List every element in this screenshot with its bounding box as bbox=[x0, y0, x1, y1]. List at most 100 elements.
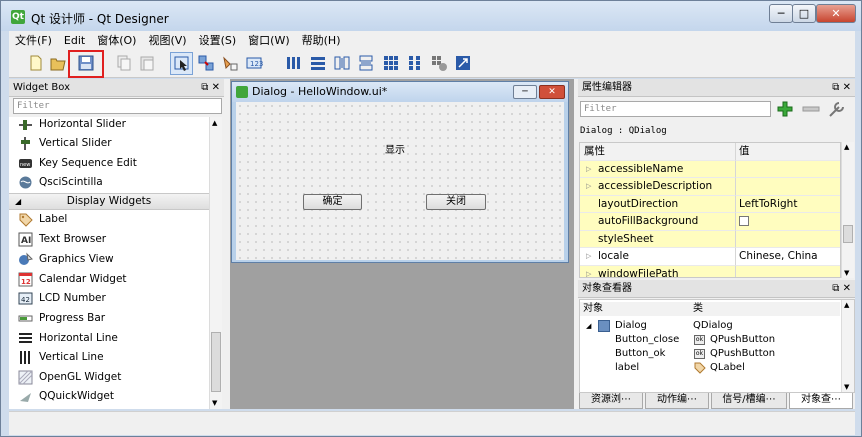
ok-button[interactable]: 确定 bbox=[303, 194, 362, 210]
menu-file[interactable]: 文件(F) bbox=[9, 31, 58, 50]
scroll-thumb[interactable] bbox=[843, 225, 853, 243]
property-header: 属性值 bbox=[580, 143, 840, 161]
widget-box-filter[interactable]: Filter bbox=[13, 98, 222, 114]
layout-form-icon[interactable] bbox=[406, 54, 424, 72]
dock-controls[interactable]: ⧉ ✕ bbox=[832, 79, 851, 97]
tab-action-editor[interactable]: 动作编⋯ bbox=[645, 393, 709, 409]
add-property-icon[interactable] bbox=[776, 100, 794, 118]
widget-item-key-sequence-edit[interactable]: new Key Sequence Edit bbox=[9, 154, 209, 173]
widget-item-vertical-line[interactable]: Vertical Line bbox=[9, 348, 209, 367]
widget-list-scrollbar[interactable]: ▲ ▼ bbox=[209, 117, 222, 409]
widget-item-horizontal-line[interactable]: Horizontal Line bbox=[9, 329, 209, 348]
dialog-minimize-button[interactable]: ─ bbox=[513, 85, 537, 99]
scroll-up-arrow-icon[interactable]: ▲ bbox=[212, 119, 217, 127]
property-row[interactable]: ▷ windowFilePath bbox=[580, 265, 840, 277]
property-filter[interactable]: Filter bbox=[580, 101, 771, 117]
tree-row-dialog[interactable]: ◢ Dialog QDialog bbox=[580, 319, 840, 333]
property-row[interactable]: styleSheet bbox=[580, 230, 840, 248]
property-row[interactable]: autoFillBackground bbox=[580, 213, 840, 231]
tab-object-inspector[interactable]: 对象查⋯ bbox=[789, 393, 853, 409]
text-browser-icon: AI bbox=[18, 232, 33, 247]
scroll-thumb[interactable] bbox=[211, 332, 221, 392]
maximize-button[interactable]: □ bbox=[792, 4, 816, 23]
widget-item-label[interactable]: Label bbox=[9, 210, 209, 229]
edit-signals-icon[interactable] bbox=[197, 54, 215, 72]
widget-item-vertical-slider[interactable]: Vertical Slider bbox=[9, 134, 209, 153]
collapse-triangle-icon[interactable]: ◢ bbox=[586, 319, 591, 333]
menu-help[interactable]: 帮助(H) bbox=[296, 31, 347, 50]
qquickwidget-icon bbox=[20, 393, 31, 402]
pushbutton-icon: ok bbox=[694, 349, 705, 359]
layout-vertical-icon[interactable] bbox=[309, 54, 327, 72]
tab-signal-slot-editor[interactable]: 信号/槽编⋯ bbox=[711, 393, 787, 409]
qsciscintilla-icon bbox=[19, 176, 32, 189]
widget-item-opengl-widget[interactable]: OpenGL Widget bbox=[9, 368, 209, 387]
adjust-size-icon[interactable] bbox=[454, 54, 472, 72]
object-tree-scrollbar[interactable]: ▲ ▼ bbox=[841, 300, 854, 392]
edit-widgets-icon[interactable] bbox=[173, 54, 191, 72]
layout-horizontal-icon[interactable] bbox=[285, 54, 303, 72]
close-button[interactable]: ✕ bbox=[816, 4, 856, 23]
property-row[interactable]: ▷ locale Chinese, China bbox=[580, 248, 840, 266]
dialog-form-window[interactable]: Dialog - HelloWindow.ui* ─ ✕ 显示 确定 关闭 bbox=[231, 81, 569, 263]
configure-wrench-icon[interactable] bbox=[827, 99, 847, 119]
property-row[interactable]: layoutDirection LeftToRight bbox=[580, 195, 840, 213]
widget-item-text-browser[interactable]: AI Text Browser bbox=[9, 230, 209, 249]
window-title: Qt 设计师 - Qt Designer bbox=[31, 12, 169, 26]
layout-v-splitter-icon[interactable] bbox=[357, 54, 375, 72]
collapse-triangle-icon: ◢ bbox=[15, 197, 22, 206]
widget-item-calendar-widget[interactable]: 12 Calendar Widget bbox=[9, 270, 209, 289]
label-icon bbox=[694, 362, 706, 374]
tree-row-label[interactable]: label QLabel bbox=[580, 361, 840, 375]
layout-h-splitter-icon[interactable] bbox=[333, 54, 351, 72]
menu-edit[interactable]: Edit bbox=[58, 31, 91, 50]
progress-bar-icon bbox=[18, 315, 33, 322]
dialog-canvas[interactable]: 显示 确定 关闭 bbox=[236, 102, 564, 260]
scroll-up-arrow-icon[interactable]: ▲ bbox=[844, 143, 849, 151]
tree-row-button-ok[interactable]: Button_ok ok QPushButton bbox=[580, 347, 840, 361]
pushbutton-icon: ok bbox=[694, 335, 705, 345]
lcd-number-icon: 42 bbox=[18, 292, 33, 305]
widget-item-progress-bar[interactable]: Progress Bar bbox=[9, 309, 209, 328]
menu-window[interactable]: 窗口(W) bbox=[242, 31, 295, 50]
autofill-checkbox[interactable] bbox=[739, 216, 749, 226]
dock-controls[interactable]: ⧉ ✕ bbox=[832, 280, 851, 298]
col-property: 属性 bbox=[580, 143, 736, 161]
scroll-down-arrow-icon[interactable]: ▼ bbox=[212, 399, 217, 407]
status-bar bbox=[9, 411, 855, 435]
tree-row-button-close[interactable]: Button_close ok QPushButton bbox=[580, 333, 840, 347]
scroll-up-arrow-icon[interactable]: ▲ bbox=[844, 301, 849, 309]
minimize-button[interactable]: ─ bbox=[769, 4, 793, 23]
category-display-widgets[interactable]: ◢ Display Widgets bbox=[9, 193, 209, 210]
widget-box-title: Widget Box ⧉ ✕ bbox=[9, 79, 224, 97]
menu-form[interactable]: 窗体(O) bbox=[91, 31, 142, 50]
new-file-icon[interactable] bbox=[27, 54, 45, 72]
widget-item-qquickwidget[interactable]: QQuickWidget bbox=[9, 387, 209, 406]
remove-property-icon[interactable] bbox=[801, 100, 821, 118]
edit-buddies-icon[interactable] bbox=[221, 54, 239, 72]
edit-tab-order-icon[interactable]: 123 bbox=[245, 54, 263, 72]
property-row[interactable]: ▷ accessibleDescription bbox=[580, 178, 840, 196]
close-form-button[interactable]: 关闭 bbox=[426, 194, 486, 210]
widget-item-lcd-number[interactable]: 42 LCD Number bbox=[9, 289, 209, 308]
property-scrollbar[interactable]: ▲ ▼ bbox=[841, 142, 854, 278]
open-file-icon[interactable] bbox=[49, 54, 67, 72]
widget-item-horizontal-slider[interactable]: Horizontal Slider bbox=[9, 117, 209, 134]
break-layout-icon[interactable] bbox=[430, 54, 448, 72]
menu-settings[interactable]: 设置(S) bbox=[193, 31, 243, 50]
layout-grid-icon[interactable] bbox=[382, 54, 400, 72]
property-row[interactable]: ▷ accessibleName bbox=[580, 160, 840, 178]
scroll-down-arrow-icon[interactable]: ▼ bbox=[844, 269, 849, 277]
dialog-label[interactable]: 显示 bbox=[385, 141, 405, 156]
dialog-title-bar: Dialog - HelloWindow.ui* ─ ✕ bbox=[232, 82, 568, 102]
tab-resource-browser[interactable]: 资源浏⋯ bbox=[579, 393, 643, 409]
menu-view[interactable]: 视图(V) bbox=[142, 31, 192, 50]
dock-controls[interactable]: ⧉ ✕ bbox=[201, 79, 220, 97]
dialog-close-button[interactable]: ✕ bbox=[539, 85, 565, 99]
widget-item-graphics-view[interactable]: Graphics View bbox=[9, 250, 209, 269]
paste-icon[interactable] bbox=[138, 54, 156, 72]
widget-item-qsciscintilla[interactable]: QsciScintilla bbox=[9, 173, 209, 192]
copy-icon[interactable] bbox=[115, 54, 133, 72]
property-table: 属性值 ▷ accessibleName ▷ accessibleDescripti… bbox=[579, 142, 841, 278]
scroll-down-arrow-icon[interactable]: ▼ bbox=[844, 383, 849, 391]
